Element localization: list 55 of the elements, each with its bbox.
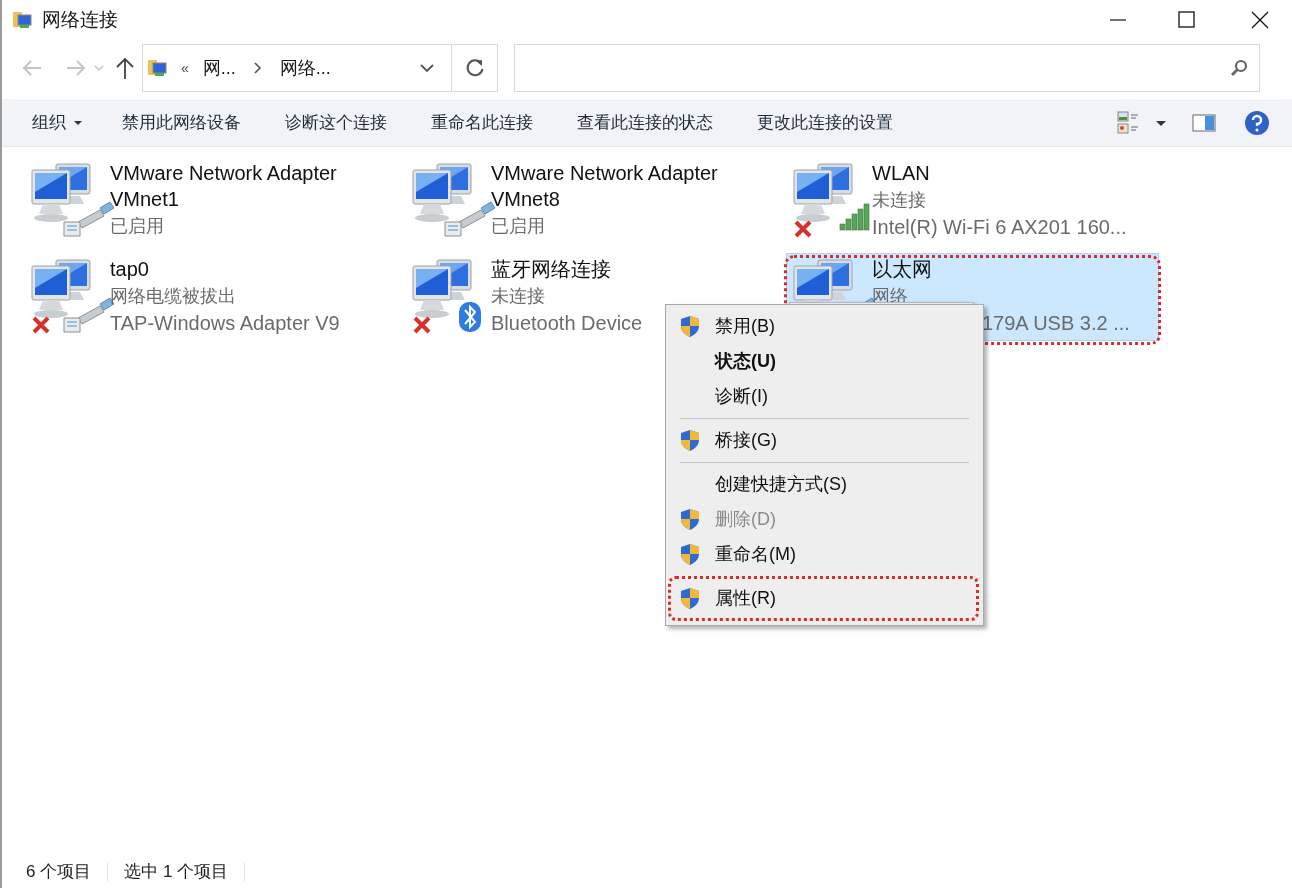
menu-item[interactable]: 状态(U) — [666, 344, 983, 379]
adapter-name[interactable]: tap0 — [110, 256, 149, 282]
toolbar-button[interactable]: 组织 — [32, 103, 82, 142]
adapter-tile[interactable]: VMware Network Adapter VMnet1 已启用 — [24, 157, 391, 245]
up-arrow-icon[interactable] — [114, 55, 136, 81]
view-options-icon[interactable] — [1117, 110, 1139, 135]
shield-icon — [679, 543, 701, 566]
overflow-mark[interactable]: « — [181, 57, 189, 79]
menu-item[interactable]: 创建快捷方式(S) — [666, 467, 983, 502]
menu-item[interactable]: 诊断(I) — [666, 379, 983, 414]
adapter-device: 179A USB 3.2 ... — [981, 311, 1130, 336]
adapter-device: TAP-Windows Adapter V9 — [110, 311, 340, 336]
adapter-name[interactable]: WLAN — [872, 160, 930, 186]
toolbar-button[interactable]: 查看此连接的状态 — [577, 103, 713, 142]
address-bar[interactable]: « 网... 网络... — [142, 44, 452, 92]
adapter-device: Intel(R) Wi-Fi 6 AX201 160... — [872, 215, 1127, 240]
network-folder-icon — [12, 9, 34, 31]
breadcrumb[interactable]: 网... — [202, 54, 236, 82]
breadcrumb[interactable]: 网络... — [279, 54, 331, 82]
menu-item[interactable]: 属性(R) — [671, 581, 976, 616]
caret-icon[interactable] — [1156, 118, 1166, 127]
adapter-tile[interactable]: tap0 网络电缆被拔出 TAP-Windows Adapter V9 — [24, 253, 341, 341]
preview-pane-icon[interactable] — [1192, 112, 1216, 133]
adapter-status: 未连接 — [491, 285, 545, 308]
shield-icon — [679, 587, 701, 610]
adapter-tile[interactable]: WLAN 未连接 Intel(R) Wi-Fi 6 AX201 160... — [786, 157, 1128, 245]
window-title: 网络连接 — [42, 7, 118, 32]
shield-icon — [679, 429, 701, 452]
adapter-status: 网络电缆被拔出 — [110, 285, 236, 308]
shield-icon — [679, 315, 701, 338]
adapter-status: 已启用 — [110, 215, 164, 238]
adapter-status: 已启用 — [491, 215, 545, 238]
selection-count: 选中 1 个项目 — [124, 860, 229, 883]
toolbar-button[interactable]: 重命名此连接 — [431, 103, 533, 142]
menu-item[interactable]: 桥接(G) — [666, 423, 983, 458]
menu-item[interactable]: 重命名(M) — [666, 537, 983, 572]
adapter-tile[interactable]: VMware Network Adapter VMnet8 已启用 — [405, 157, 772, 245]
shield-icon — [679, 508, 701, 531]
search-field[interactable] — [514, 44, 1260, 92]
adapter-name[interactable]: 蓝牙网络连接 — [491, 256, 611, 282]
network-folder-icon — [147, 57, 169, 79]
help-icon[interactable] — [1244, 109, 1270, 136]
caret-icon[interactable] — [74, 119, 82, 126]
toolbar-button[interactable]: 更改此连接的设置 — [757, 103, 893, 142]
toolbar-button[interactable]: 诊断这个连接 — [285, 103, 387, 142]
search-icon[interactable] — [1229, 58, 1249, 78]
adapter-status: 未连接 — [872, 189, 926, 212]
adapter-tile[interactable]: 蓝牙网络连接 未连接 Bluetooth Device — [405, 253, 644, 341]
refresh-button[interactable] — [452, 44, 498, 92]
item-count: 6 个项目 — [26, 860, 92, 883]
adapter-name[interactable]: VMware Network Adapter VMnet1 — [110, 160, 390, 212]
adapter-device: Bluetooth Device — [491, 311, 643, 336]
adapter-name[interactable]: 以太网 — [872, 256, 932, 282]
toolbar-button[interactable]: 禁用此网络设备 — [122, 103, 241, 142]
adapter-name[interactable]: VMware Network Adapter VMnet8 — [491, 160, 771, 212]
